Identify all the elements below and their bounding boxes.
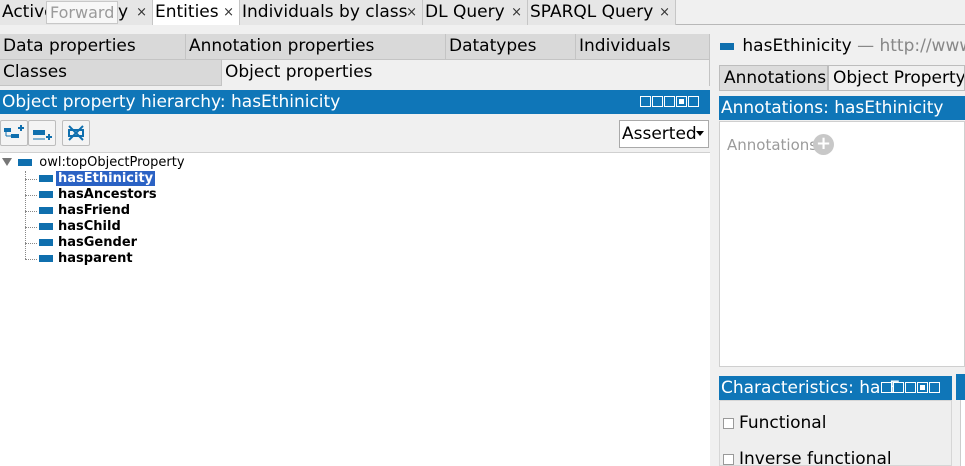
maximize-icon[interactable] [676, 96, 687, 107]
tree-connector [25, 259, 37, 260]
characteristics-header: Characteristics: hasE [719, 376, 952, 400]
tree-connector [25, 227, 37, 228]
protege-window: Active y × Entities × Individuals by cla… [0, 0, 965, 466]
object-property-icon [18, 159, 33, 166]
expand-toggle-icon[interactable] [2, 158, 12, 166]
tree-item[interactable]: hasAncestors [39, 187, 159, 203]
maximize-icon[interactable] [917, 382, 928, 393]
annotations-label: Annotations [727, 136, 818, 154]
tree-item-label: hasChild [58, 219, 121, 234]
inverse-functional-checkbox[interactable] [723, 454, 734, 465]
subtab-data-properties[interactable]: Data properties [0, 34, 186, 60]
top-tab-bar: Active y × Entities × Individuals by cla… [0, 0, 965, 25]
tree-connector [25, 211, 37, 212]
tree-item-label: hasEthinicity [56, 171, 156, 186]
tab-dl-query[interactable]: DL Query × [423, 0, 528, 25]
tree-connector [25, 171, 26, 259]
object-property-icon [39, 223, 53, 230]
annotations-panel: Annotations + [719, 121, 965, 367]
annotations-header: Annotations: hasEthinicity [719, 96, 965, 120]
split-icon[interactable] [652, 96, 663, 107]
panel-edge [960, 400, 965, 466]
hierarchy-mode-select[interactable]: Asserted [619, 120, 709, 148]
object-property-icon [39, 191, 53, 198]
subtab-classes[interactable]: Classes [0, 60, 222, 86]
object-property-icon [39, 255, 53, 262]
tab-label: Entities [155, 2, 219, 22]
tab-label-tail: y [118, 2, 129, 22]
close-icon[interactable] [688, 96, 699, 107]
view-controls [640, 96, 699, 107]
delete-property-button[interactable] [62, 120, 90, 146]
tree-connector [25, 243, 37, 244]
tab-entities[interactable]: Entities × [153, 0, 240, 25]
object-property-icon [720, 42, 734, 50]
tab-label: SPARQL Query [530, 2, 654, 22]
subtab-individuals[interactable]: Individuals [576, 34, 710, 60]
tree-item[interactable]: hasEthinicity [39, 171, 156, 187]
close-icon[interactable] [929, 382, 940, 393]
tooltip: Forward [46, 1, 118, 24]
tab-sparql-query[interactable]: SPARQL Query × [528, 0, 676, 25]
tree-item-label: hasAncestors [58, 187, 157, 202]
tree-connector [25, 195, 37, 196]
tree-item[interactable]: hasChild [39, 219, 123, 235]
tree-item-label: hasFriend [58, 203, 131, 218]
close-icon[interactable]: × [511, 0, 522, 25]
panel-edge [956, 374, 965, 400]
close-icon[interactable]: × [406, 0, 417, 25]
tab-annotations[interactable]: Annotations [719, 65, 828, 91]
characteristics-title: Characteristics: hasE [721, 378, 901, 398]
tree-item-label: hasparent [58, 251, 133, 266]
add-annotation-button[interactable]: + [813, 134, 834, 155]
characteristics-panel: Functional Inverse functional [719, 400, 952, 466]
tree-connector [25, 179, 37, 180]
tree-root-label: owl:topObjectProperty [39, 155, 185, 170]
entity-name: hasEthinicity [742, 36, 852, 56]
add-subproperty-button[interactable] [0, 120, 28, 146]
inverse-functional-label: Inverse functional [739, 449, 892, 466]
close-icon[interactable]: × [659, 0, 670, 25]
functional-label: Functional [739, 413, 827, 433]
tab-individuals-by-class[interactable]: Individuals by class × [240, 0, 423, 25]
delete-icon [68, 125, 84, 141]
add-sibling-property-button[interactable] [28, 120, 56, 146]
add-subproperty-icon [4, 125, 24, 138]
object-property-icon [39, 207, 53, 214]
property-tree: owl:topObjectProperty hasEthinicity hasA… [0, 152, 710, 466]
tab-label: Individuals by class [242, 2, 408, 22]
tree-root[interactable]: owl:topObjectProperty [2, 155, 185, 171]
tree-item-label: hasGender [58, 235, 138, 250]
subtab-datatypes[interactable]: Datatypes [446, 34, 576, 60]
functional-checkbox[interactable] [723, 418, 734, 429]
tab-object-property-usage[interactable]: Object Property [828, 65, 965, 91]
object-property-icon [39, 175, 53, 182]
help-icon[interactable] [640, 96, 651, 107]
object-property-icon [39, 239, 53, 246]
minimize-icon[interactable] [664, 96, 675, 107]
close-icon[interactable]: × [223, 0, 234, 25]
minimize-icon[interactable] [905, 382, 916, 393]
close-icon[interactable]: × [136, 0, 147, 25]
chevron-down-icon [696, 131, 704, 136]
hierarchy-header: Object property hierarchy: hasEthinicity [0, 90, 710, 114]
split-icon[interactable] [893, 382, 904, 393]
hierarchy-mode-value: Asserted [622, 124, 697, 144]
help-icon[interactable] [881, 382, 892, 393]
entity-iri: — http://www.s [857, 36, 965, 56]
view-controls [881, 382, 940, 393]
subtab-object-properties[interactable]: Object properties [222, 60, 710, 86]
tree-item[interactable]: hasGender [39, 235, 139, 251]
hierarchy-title: Object property hierarchy: hasEthinicity [2, 92, 341, 112]
tab-label: DL Query [425, 2, 505, 22]
tree-item[interactable]: hasparent [39, 251, 135, 267]
subtab-annotation-properties[interactable]: Annotation properties [186, 34, 446, 60]
entity-title: hasEthinicity — http://www.s [720, 36, 965, 56]
tree-item[interactable]: hasFriend [39, 203, 132, 219]
add-sibling-icon [33, 130, 52, 140]
